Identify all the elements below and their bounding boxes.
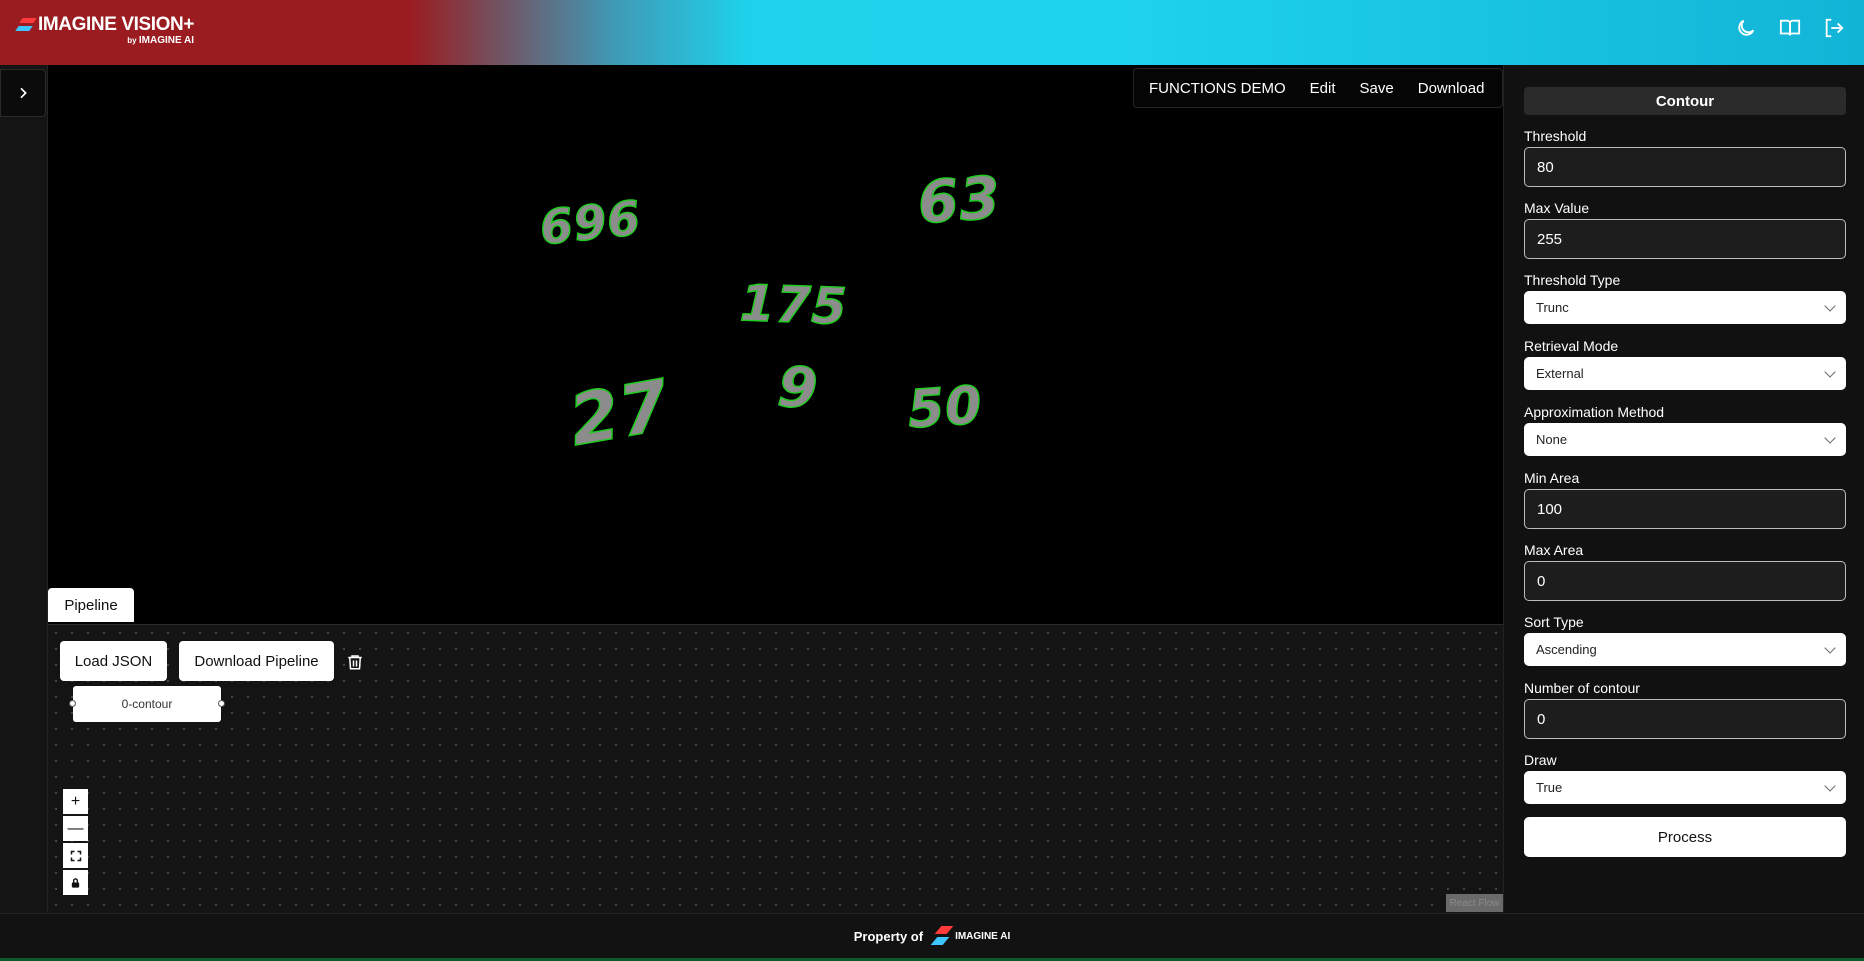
contour-number: 27 (563, 363, 677, 463)
number-of-contour-input[interactable]: 0 (1524, 699, 1846, 739)
approximation-method-label: Approximation Method (1524, 404, 1665, 420)
moon-icon[interactable] (1734, 16, 1758, 40)
chevron-down-icon (1824, 300, 1836, 312)
functions-demo-menu[interactable]: FUNCTIONS DEMO (1149, 80, 1286, 97)
approximation-method-select[interactable]: None (1524, 423, 1846, 456)
zoom-in-button[interactable]: + (63, 789, 88, 814)
pipeline-tab[interactable]: Pipeline (48, 588, 134, 622)
node-output-handle[interactable] (218, 700, 225, 707)
app-header: IMAGINE VISION+ by IMAGINE AI (0, 0, 1864, 65)
chevron-down-icon (1824, 432, 1836, 444)
footer-logo: IMAGINE AI (930, 925, 1010, 947)
contour-number: 63 (915, 162, 1004, 237)
left-rail (0, 65, 48, 913)
image-canvas (48, 65, 1503, 625)
brand-logo[interactable]: IMAGINE VISION+ by IMAGINE AI (15, 14, 195, 46)
max-value-input[interactable]: 255 (1524, 219, 1846, 259)
brand-name: IMAGINE VISION+ (38, 14, 195, 35)
imagine-ai-logo-icon (930, 925, 954, 947)
draw-label: Draw (1524, 752, 1557, 768)
download-button[interactable]: Download (1418, 80, 1485, 97)
brand-subtitle: by IMAGINE AI (127, 35, 195, 46)
sidebar-toggle-button[interactable] (0, 69, 46, 117)
pipeline-node[interactable]: 0-contour (73, 686, 221, 722)
min-area-label: Min Area (1524, 470, 1580, 486)
node-input-handle[interactable] (69, 700, 76, 707)
threshold-type-select[interactable]: Trunc (1524, 291, 1846, 324)
react-flow-attribution[interactable]: React Flow (1446, 894, 1503, 912)
chevron-down-icon (1824, 366, 1836, 378)
flow-controls: + — (63, 789, 88, 895)
lock-icon[interactable] (63, 870, 88, 895)
contour-number: 175 (738, 273, 849, 336)
contour-number: 696 (537, 190, 645, 257)
logout-icon[interactable] (1822, 16, 1846, 40)
footer-text: Property of (853, 928, 924, 944)
draw-select[interactable]: True (1524, 771, 1846, 804)
sort-type-select[interactable]: Ascending (1524, 633, 1846, 666)
contour-number: 50 (905, 375, 985, 442)
chevron-down-icon (1824, 780, 1836, 792)
fit-view-icon[interactable] (63, 843, 88, 868)
sort-type-label: Sort Type (1524, 614, 1584, 630)
edit-button[interactable]: Edit (1310, 80, 1336, 97)
zoom-out-button[interactable]: — (63, 816, 88, 841)
max-area-label: Max Area (1524, 542, 1584, 558)
threshold-type-label: Threshold Type (1524, 272, 1621, 288)
retrieval-mode-label: Retrieval Mode (1524, 338, 1619, 354)
download-pipeline-button[interactable]: Download Pipeline (179, 641, 334, 681)
number-of-contour-label: Number of contour (1524, 680, 1640, 696)
book-icon[interactable] (1778, 16, 1802, 40)
min-area-input[interactable]: 100 (1524, 489, 1846, 529)
chevron-down-icon (1824, 642, 1836, 654)
process-button[interactable]: Process (1524, 817, 1846, 857)
footer: Property of IMAGINE AI (0, 913, 1864, 961)
brand-mark-icon (15, 18, 37, 32)
save-button[interactable]: Save (1360, 80, 1394, 97)
canvas-toolbar: FUNCTIONS DEMO Edit Save Download (1133, 68, 1503, 108)
max-value-label: Max Value (1524, 200, 1590, 216)
trash-icon[interactable] (342, 649, 368, 675)
contour-number: 9 (774, 354, 821, 424)
chevron-right-icon (20, 87, 27, 99)
threshold-label: Threshold (1524, 128, 1587, 144)
retrieval-mode-select[interactable]: External (1524, 357, 1846, 390)
panel-title: Contour (1524, 87, 1846, 115)
max-area-input[interactable]: 0 (1524, 561, 1846, 601)
load-json-button[interactable]: Load JSON (60, 641, 167, 681)
threshold-input[interactable]: 80 (1524, 147, 1846, 187)
